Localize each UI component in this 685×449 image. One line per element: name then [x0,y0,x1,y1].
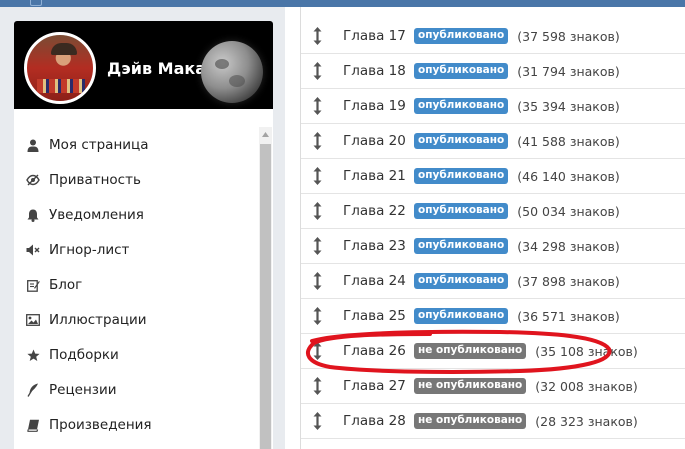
menu-item-blog[interactable]: Блог [25,275,82,295]
char-count: (31 794 знаков) [517,63,620,79]
sidebar-scrollbar[interactable] [259,127,272,449]
status-badge: опубликовано [414,98,509,114]
char-count: (32 008 знаков) [535,378,638,394]
drag-handle-icon[interactable] [311,236,323,256]
chapter-title[interactable]: Глава 18 [343,63,414,79]
drag-handle-icon[interactable] [311,341,323,361]
menu-item-label: Подборки [49,347,119,363]
feather-icon [25,383,41,397]
eye-slash-icon [25,173,41,187]
menu-item-label: Уведомления [49,207,144,223]
chapter-row[interactable]: Глава 24 опубликовано (37 898 знаков) [301,264,685,299]
menu-item-privacy[interactable]: Приватность [25,170,141,190]
menu-item-reviews[interactable]: Рецензии [25,380,117,400]
drag-handle-icon[interactable] [311,306,323,326]
chapter-row[interactable]: Глава 18 опубликовано (31 794 знаков) [301,54,685,89]
home-icon[interactable] [30,0,42,6]
menu-item-label: Произведения [49,417,152,433]
user-icon [25,138,41,152]
avatar-scarf-shape [37,79,85,93]
menu-item-label: Приватность [49,172,141,188]
chapter-row[interactable]: Глава 28 не опубликовано (28 323 знаков) [301,404,685,439]
menu-item-label: Иллюстрации [49,312,147,328]
status-badge: не опубликовано [414,378,527,394]
status-badge: не опубликовано [414,413,527,429]
char-count: (46 140 знаков) [517,168,620,184]
bell-icon [25,208,41,222]
status-badge: опубликовано [414,168,509,184]
status-badge: не опубликовано [414,343,527,359]
volume-off-icon [25,243,41,257]
status-badge: опубликовано [414,28,509,44]
chapter-title[interactable]: Глава 25 [343,308,414,324]
char-count: (41 588 знаков) [517,133,620,149]
drag-handle-icon[interactable] [311,201,323,221]
chapter-row[interactable]: Глава 22 опубликовано (50 034 знаков) [301,194,685,229]
drag-handle-icon[interactable] [311,376,323,396]
chapter-row[interactable]: Глава 19 опубликовано (35 394 знаков) [301,89,685,124]
drag-handle-icon[interactable] [311,61,323,81]
drag-handle-icon[interactable] [311,131,323,151]
chapter-row[interactable]: Глава 23 опубликовано (34 298 знаков) [301,229,685,264]
drag-handle-icon[interactable] [311,166,323,186]
top-navigation-bar [0,0,685,7]
chapter-title[interactable]: Глава 19 [343,98,414,114]
chapter-row[interactable]: Глава 25 опубликовано (36 571 знаков) [301,299,685,334]
menu-item-ignore-list[interactable]: Игнор-лист [25,240,129,260]
char-count: (36 571 знаков) [517,308,620,324]
profile-card[interactable]: Дэйв Макара [14,21,273,116]
menu-item-works[interactable]: Произведения [25,415,152,435]
chapter-title[interactable]: Глава 26 [343,343,414,359]
menu-item-label: Игнор-лист [49,242,130,258]
char-count: (28 323 знаков) [535,413,638,429]
chapters-list: Глава 17 опубликовано (37 598 знаков) Глава… [285,7,685,449]
scroll-thumb[interactable] [260,144,271,449]
char-count: (37 598 знаков) [517,28,620,44]
menu-item-my-page[interactable]: Моя страница [25,135,149,155]
drag-handle-icon[interactable] [311,271,323,291]
menu-item-label: Рецензии [49,382,117,398]
char-count: (35 394 знаков) [517,98,620,114]
char-count: (34 298 знаков) [517,238,620,254]
moon-image [201,41,263,103]
char-count: (50 034 знаков) [517,203,620,219]
star-icon [25,348,41,362]
chapter-row[interactable]: Глава 26 не опубликовано (35 108 знаков) [301,334,685,369]
drag-handle-icon[interactable] [311,411,323,431]
menu-item-collections[interactable]: Подборки [25,345,119,365]
status-badge: опубликовано [414,133,509,149]
edit-icon [25,278,41,292]
char-count: (35 108 знаков) [535,343,638,359]
menu-item-label: Блог [49,277,83,293]
avatar-cap-shape [51,43,77,55]
status-badge: опубликовано [414,238,509,254]
char-count: (37 898 знаков) [517,273,620,289]
menu-item-notifications[interactable]: Уведомления [25,205,144,225]
status-badge: опубликовано [414,63,509,79]
drag-handle-icon[interactable] [311,96,323,116]
menu-item-illustrations[interactable]: Иллюстрации [25,310,147,330]
scroll-up-arrow-icon[interactable] [259,127,272,142]
status-badge: опубликовано [414,273,509,289]
chapter-row[interactable]: Глава 17 опубликовано (37 598 знаков) [301,19,685,54]
picture-icon [25,313,41,327]
chapter-title[interactable]: Глава 24 [343,273,414,289]
chapter-row[interactable]: Глава 21 опубликовано (46 140 знаков) [301,159,685,194]
status-badge: опубликовано [414,308,509,324]
chapter-title[interactable]: Глава 20 [343,133,414,149]
chapter-title[interactable]: Глава 22 [343,203,414,219]
chapter-title[interactable]: Глава 21 [343,168,414,184]
chapter-row[interactable]: Глава 20 опубликовано (41 588 знаков) [301,124,685,159]
chapter-title[interactable]: Глава 28 [343,413,414,429]
status-badge: опубликовано [414,203,509,219]
chapter-title[interactable]: Глава 17 [343,28,414,44]
chapter-row[interactable]: Глава 27 не опубликовано (32 008 знаков) [301,369,685,404]
chapter-title[interactable]: Глава 27 [343,378,414,394]
menu-item-label: Моя страница [49,137,149,153]
avatar[interactable] [24,32,96,104]
book-icon [25,418,41,432]
chapter-title[interactable]: Глава 23 [343,238,414,254]
drag-handle-icon[interactable] [311,26,323,46]
